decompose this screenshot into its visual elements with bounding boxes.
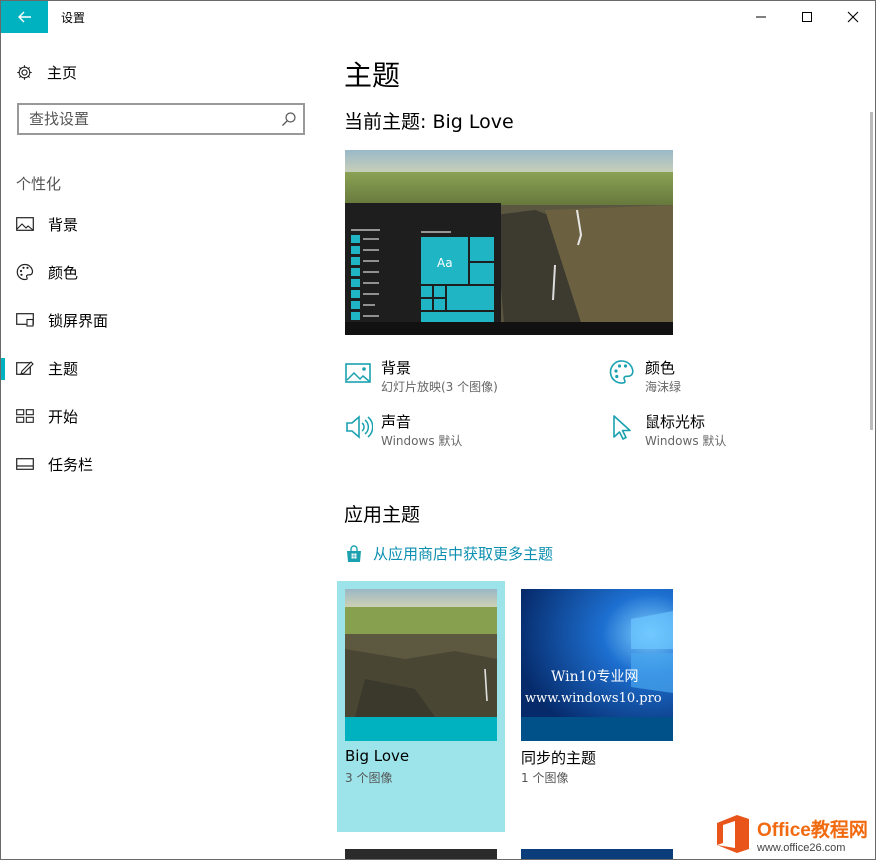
maximize-icon — [802, 11, 812, 22]
apply-theme-heading: 应用主题 — [344, 504, 421, 526]
sidebar-item-colors[interactable]: 颜色 — [0, 250, 310, 294]
sidebar-item-label: 主题 — [48, 360, 79, 378]
watermark: Office教程网 www.office26.com — [713, 811, 873, 857]
property-value: Windows 默认 — [645, 434, 727, 448]
sidebar-item-background[interactable]: 背景 — [0, 202, 310, 246]
theme-overlay-text: Win10专业网 — [551, 669, 638, 685]
sidebar-item-start[interactable]: 开始 — [0, 394, 310, 438]
current-theme-heading: 当前主题: Big Love — [344, 111, 514, 133]
property-name: 颜色 — [645, 359, 676, 377]
cursor-icon — [613, 415, 631, 440]
property-value: Windows 默认 — [381, 434, 463, 448]
office-logo-icon — [717, 815, 749, 853]
theme-image-count: 3 个图像 — [345, 771, 393, 785]
sidebar-section-title: 个性化 — [16, 175, 62, 193]
scrollbar-thumb[interactable] — [870, 112, 873, 430]
theme-tile-synced[interactable]: Win10专业网 www.windows10.pro 同步的主题 1 个图像 — [513, 581, 681, 832]
watermark-url: www.office26.com — [757, 841, 846, 854]
title-bar: 设置 — [0, 0, 876, 33]
picture-icon — [16, 215, 34, 233]
theme-name: 同步的主题 — [521, 749, 597, 767]
back-button[interactable] — [1, 1, 48, 33]
sidebar-home[interactable]: 主页 — [16, 60, 77, 84]
sidebar-item-label: 颜色 — [48, 264, 79, 282]
sidebar-item-lockscreen[interactable]: 锁屏界面 — [0, 298, 310, 342]
page-title: 主题 — [344, 59, 401, 92]
property-name: 背景 — [381, 359, 412, 377]
taskbar-icon — [16, 455, 34, 473]
selection-indicator — [0, 358, 5, 380]
property-value: 海沫绿 — [645, 380, 682, 394]
theme-tile-big-love[interactable]: Big Love 3 个图像 — [337, 581, 505, 832]
maximize-button[interactable] — [784, 1, 830, 32]
theme-tile-partial[interactable] — [521, 849, 673, 859]
search-box[interactable] — [17, 103, 305, 135]
theme-thumbnail — [345, 589, 497, 741]
property-value: 幻灯片放映(3 个图像) — [381, 380, 498, 394]
property-name: 鼠标光标 — [645, 413, 706, 431]
sidebar-item-label: 任务栏 — [48, 456, 94, 474]
sidebar-item-label: 开始 — [48, 408, 79, 426]
store-bag-icon — [347, 544, 361, 562]
store-link[interactable]: 从应用商店中获取更多主题 — [345, 543, 553, 564]
sidebar-item-label: 锁屏界面 — [48, 312, 109, 330]
theme-brush-icon — [16, 359, 34, 377]
property-color[interactable]: 颜色 海沫绿 — [609, 357, 769, 397]
gear-icon — [17, 64, 32, 80]
theme-preview: Aa — [345, 150, 673, 335]
sidebar-item-taskbar[interactable]: 任务栏 — [0, 442, 310, 486]
palette-icon — [16, 263, 34, 281]
theme-preview-image: Aa — [345, 150, 673, 335]
window-title: 设置 — [61, 11, 86, 25]
picture-icon — [345, 363, 371, 383]
search-input[interactable] — [19, 105, 269, 133]
preview-tile-text: Aa — [437, 256, 453, 270]
sidebar-item-label: 背景 — [48, 216, 79, 234]
store-link-text: 从应用商店中获取更多主题 — [373, 545, 554, 563]
property-background[interactable]: 背景 幻灯片放映(3 个图像) — [345, 357, 585, 397]
sidebar-home-label: 主页 — [47, 63, 78, 82]
speaker-icon — [346, 415, 373, 439]
theme-name: Big Love — [345, 747, 410, 765]
theme-thumbnail: Win10专业网 www.windows10.pro — [521, 589, 673, 741]
theme-tile-partial[interactable] — [345, 849, 497, 859]
back-arrow-icon — [17, 11, 31, 23]
start-icon — [16, 407, 34, 425]
lockscreen-icon — [16, 311, 34, 329]
property-cursor[interactable]: 鼠标光标 Windows 默认 — [609, 411, 769, 451]
minimize-icon — [756, 16, 766, 17]
search-icon[interactable] — [281, 111, 297, 127]
sidebar-item-themes[interactable]: 主题 — [0, 346, 310, 390]
palette-icon — [609, 360, 634, 384]
theme-image-count: 1 个图像 — [521, 771, 569, 785]
close-icon — [847, 11, 859, 22]
property-sound[interactable]: 声音 Windows 默认 — [345, 411, 585, 451]
close-button[interactable] — [830, 1, 876, 32]
watermark-brand: Office教程网 — [757, 819, 868, 841]
minimize-button[interactable] — [738, 1, 784, 32]
theme-overlay-url: www.windows10.pro — [525, 691, 662, 706]
property-name: 声音 — [381, 413, 412, 431]
